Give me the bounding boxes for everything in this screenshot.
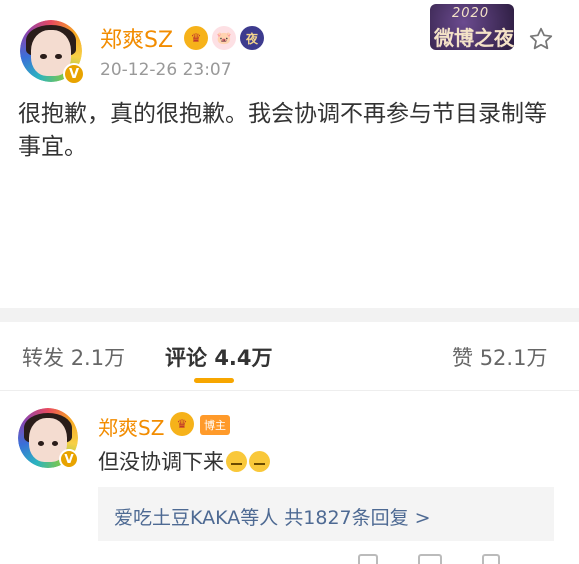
replies-link[interactable]: 爱吃土豆KAKA等人 共1827条回复 > [114, 503, 431, 530]
comment-text-content: 但没协调下来 [98, 450, 224, 474]
tab-likes-count: 52.1万 [479, 346, 548, 370]
event-year: 2020 [452, 6, 490, 21]
pig-badge-icon[interactable]: 🐷 [212, 26, 236, 50]
tab-reposts-count: 2.1万 [70, 346, 126, 370]
verified-badge-icon: V [63, 63, 85, 85]
comment-crown-badge-icon[interactable]: ♛ [170, 412, 194, 436]
sweat-emoji-icon [249, 451, 270, 472]
post-timestamp: 20-12-26 23:07 [100, 60, 232, 80]
tab-comments-count: 4.4万 [214, 346, 273, 370]
tab-comments[interactable]: 评论 4.4万 [165, 342, 273, 372]
comment-action-bar [0, 552, 579, 564]
crown-badge-icon[interactable]: ♛ [184, 26, 208, 50]
comment-username[interactable]: 郑爽SZ [98, 412, 164, 441]
comment-text: 但没协调下来 [98, 446, 270, 476]
like-icon[interactable] [482, 554, 500, 564]
tab-reposts[interactable]: 转发 2.1万 [22, 342, 125, 372]
post-text: 很抱歉，真的很抱歉。我会协调不再参与节目录制等事宜。 [18, 101, 547, 160]
star-icon[interactable] [528, 26, 554, 52]
comment-icon[interactable] [418, 554, 442, 564]
tab-bar: 转发 2.1万 评论 4.4万 赞 52.1万 [0, 322, 579, 391]
smirk-emoji-icon [226, 451, 247, 472]
tab-likes-label: 赞 [452, 346, 473, 370]
event-banner[interactable]: 2020 微博之夜 [430, 4, 514, 50]
post-username[interactable]: 郑爽SZ [100, 22, 173, 54]
active-tab-underline [194, 378, 234, 383]
comment-verified-badge-icon: V [59, 449, 79, 469]
author-tag: 博主 [200, 415, 230, 435]
post-card: V 郑爽SZ ♛ 🐷 夜 2020 微博之夜 20-12-26 23:07 很抱… [0, 0, 579, 308]
night-badge-icon[interactable]: 夜 [240, 26, 264, 50]
tab-comments-label: 评论 [165, 346, 207, 370]
section-divider [0, 308, 579, 322]
share-icon[interactable] [358, 554, 378, 564]
tab-reposts-label: 转发 [22, 346, 64, 370]
tab-likes[interactable]: 赞 52.1万 [452, 342, 547, 372]
event-title: 微博之夜 [434, 26, 514, 50]
replies-preview[interactable]: 爱吃土豆KAKA等人 共1827条回复 > [98, 487, 554, 541]
